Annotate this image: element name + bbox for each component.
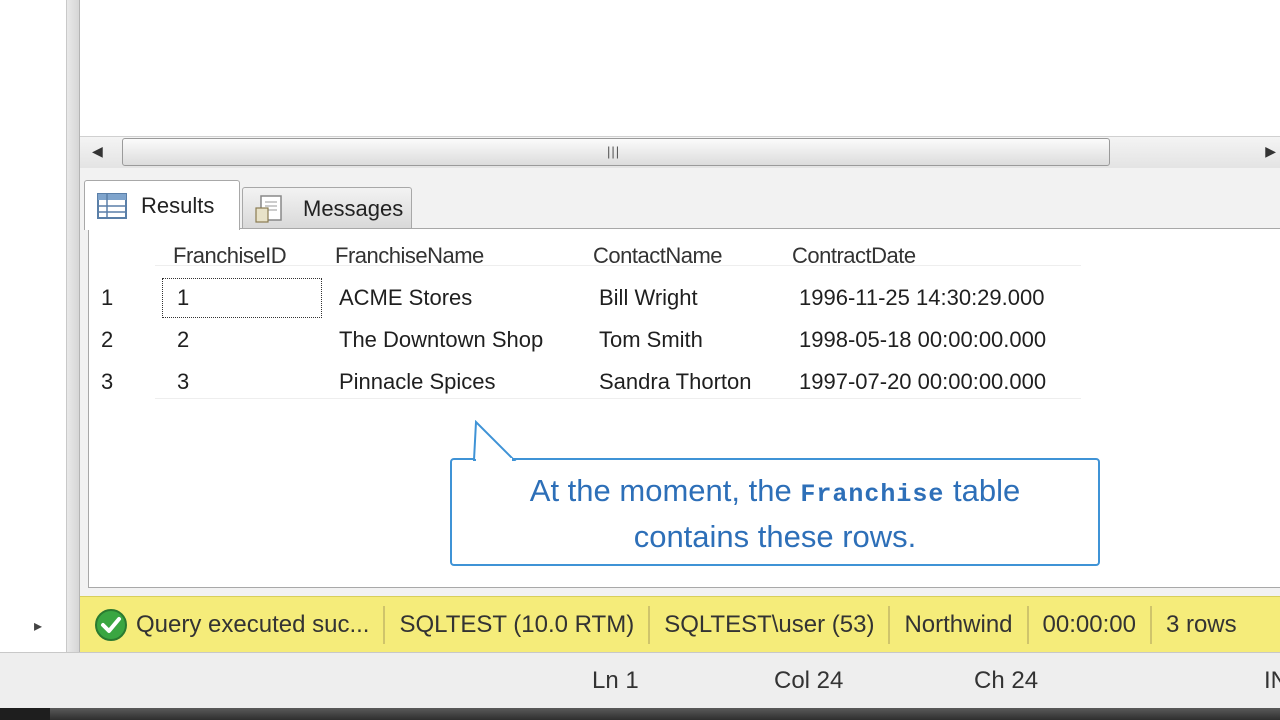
status-rows: 3 rows [1165,611,1237,638]
cell-franchisename[interactable]: Pinnacle Spices [339,361,496,403]
pane-splitter[interactable] [67,0,80,652]
tab-messages[interactable]: Messages [242,187,412,229]
row-number[interactable]: 1 [101,277,113,319]
expand-arrow-icon[interactable]: ▸ [34,616,42,636]
table-row[interactable]: 2 2 The Downtown Shop Tom Smith 1998-05-… [89,319,1089,361]
scroll-right-icon[interactable]: ▶ [1265,143,1276,160]
object-explorer-pane: ▸ [0,0,67,652]
status-message: Query executed suc... [80,606,386,644]
column-indicator: Col 24 [774,667,844,694]
callout-pointer [472,420,517,462]
status-elapsed: 00:00:00 [1029,606,1152,644]
status-database: Northwind [890,606,1029,644]
taskbar-item[interactable] [0,708,50,720]
line-indicator: Ln 1 [592,667,639,694]
cell-franchiseid[interactable]: 3 [177,361,189,403]
grid-icon [97,192,127,219]
cell-contractdate[interactable]: 1996-11-25 14:30:29.000 [799,277,1044,319]
cell-contractdate[interactable]: 1998-05-18 00:00:00.000 [799,319,1046,361]
cell-contactname[interactable]: Tom Smith [599,319,703,361]
callout-line-1: At the moment, the Franchise table [452,470,1098,516]
cell-contactname[interactable]: Bill Wright [599,277,698,319]
cell-franchiseid[interactable]: 2 [177,319,189,361]
column-header-contractdate[interactable]: ContractDate [792,239,916,273]
taskbar [0,708,1280,720]
scroll-left-icon[interactable]: ◀ [92,143,103,160]
check-circle-icon [94,608,128,642]
column-header-contactname[interactable]: ContactName [593,239,723,273]
cell-contactname[interactable]: Sandra Thorton [599,361,751,403]
table-row[interactable]: 3 3 Pinnacle Spices Sandra Thorton 1997-… [89,361,1089,403]
char-indicator: Ch 24 [974,667,1039,694]
column-header-franchisename[interactable]: FranchiseName [335,239,484,273]
callout-text-after: table [952,473,1021,508]
results-tabs: Results Messages [80,180,1280,230]
tab-messages-label: Messages [303,195,404,221]
editor-horizontal-scrollbar[interactable]: ◀ ||| ▶ [80,136,1280,170]
table-row[interactable]: 1 1 ACME Stores Bill Wright 1996-11-25 1… [89,277,1089,319]
row-number[interactable]: 2 [101,319,113,361]
grid-header: FranchiseID FranchiseName ContactName Co… [89,239,1089,273]
tab-results-label: Results [141,192,215,218]
grip-icon: ||| [607,144,621,159]
insert-mode-indicator: IN [1264,667,1280,694]
cell-franchisename[interactable]: ACME Stores [339,277,472,319]
query-status-bar: Query executed suc... SQLTEST (10.0 RTM)… [80,596,1280,653]
column-header-franchiseid[interactable]: FranchiseID [173,239,287,273]
cell-franchisename[interactable]: The Downtown Shop [339,319,543,361]
status-user: SQLTEST\user (53) [650,606,891,644]
tutorial-callout: At the moment, the Franchise table conta… [450,458,1100,566]
query-editor[interactable] [80,0,1280,136]
status-message-text: Query executed suc... [136,611,370,638]
row-number[interactable]: 3 [101,361,113,403]
scrollbar-thumb[interactable]: ||| [122,138,1110,166]
cell-franchiseid[interactable]: 1 [161,277,323,319]
callout-text-before: At the moment, the [529,473,792,508]
status-server: SQLTEST (10.0 RTM) [385,606,651,644]
callout-line-2: contains these rows. [633,519,917,554]
callout-table-name: Franchise [800,480,945,509]
tab-results[interactable]: Results [84,180,240,230]
editor-status-bar: Ln 1 Col 24 Ch 24 IN [0,652,1280,709]
messages-icon [255,194,289,224]
cell-contractdate[interactable]: 1997-07-20 00:00:00.000 [799,361,1046,403]
